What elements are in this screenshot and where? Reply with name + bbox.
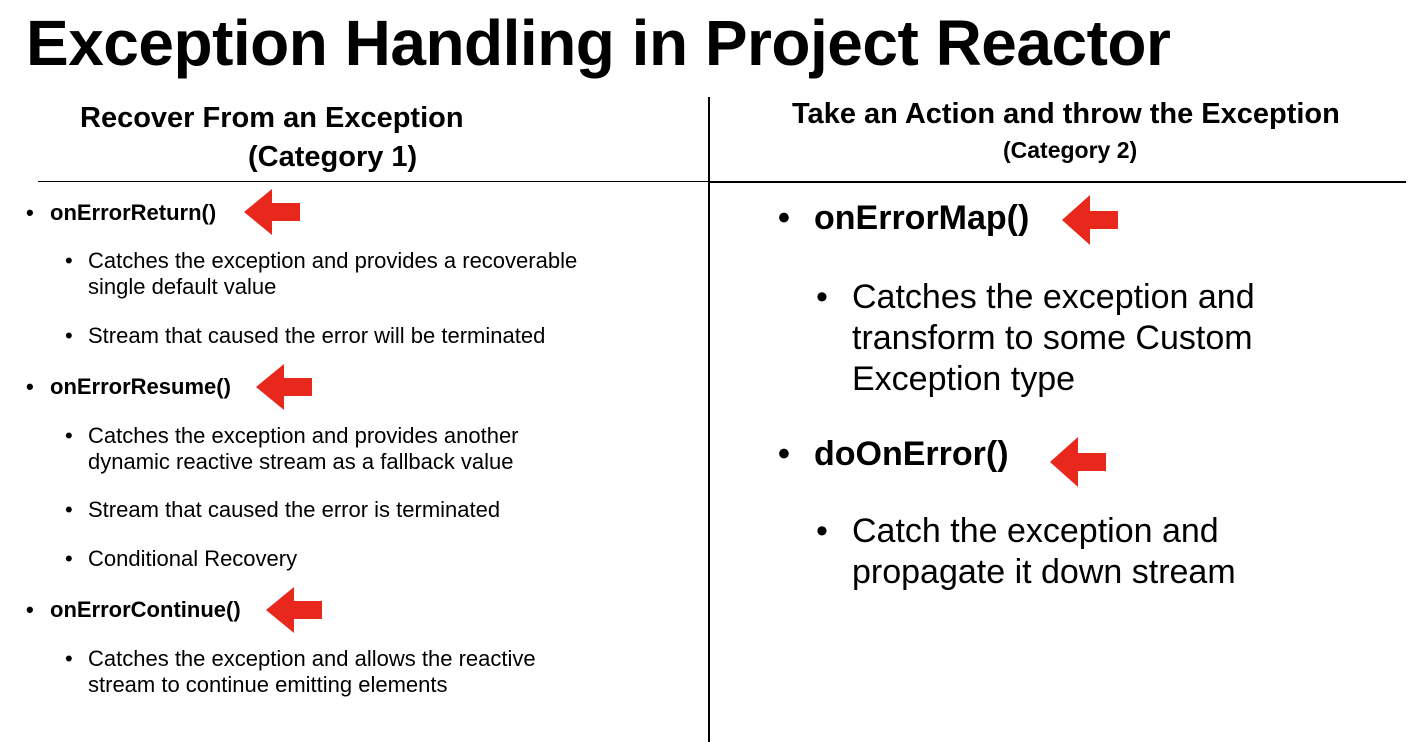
- list-item-onerrorcontinue: • onErrorContinue(): [26, 597, 241, 623]
- sub-item-line: stream to continue emitting elements: [88, 672, 448, 697]
- sub-item-line: Catches the exception and provides a rec…: [88, 248, 578, 273]
- left-category: (Category 1): [248, 141, 418, 173]
- sub-item-line: propagate it down stream: [852, 553, 1236, 591]
- bullet: •: [65, 497, 73, 522]
- bullet: •: [65, 546, 73, 571]
- bullet: •: [65, 646, 73, 671]
- header-divider-right: [710, 181, 1406, 183]
- sub-item-line: Exception type: [852, 360, 1076, 398]
- list-item-onerrorreturn: • onErrorReturn(): [26, 200, 217, 226]
- sub-item-line: Catches the exception and allows the rea…: [88, 646, 536, 671]
- list-item-onerrorresume: • onErrorResume(): [26, 374, 231, 400]
- bullet: •: [26, 374, 34, 399]
- method-name: onErrorContinue(): [50, 597, 241, 622]
- sub-item-line: Conditional Recovery: [88, 546, 298, 571]
- sub-item: • Catches the exception and provides a r…: [65, 248, 578, 300]
- red-left-arrow-icon: [244, 189, 300, 235]
- header-divider-left: [38, 181, 708, 182]
- sub-item: • Stream that caused the error will be t…: [65, 323, 546, 349]
- red-left-arrow-icon: [266, 587, 322, 633]
- sub-item-line: single default value: [88, 274, 277, 299]
- method-name: onErrorReturn(): [50, 200, 217, 225]
- sub-item-line: Catch the exception and: [852, 512, 1219, 550]
- method-name: onErrorResume(): [50, 374, 231, 399]
- sub-item-line: Stream that caused the error is terminat…: [88, 497, 501, 522]
- slide-title: Exception Handling in Project Reactor: [26, 7, 1171, 79]
- sub-item-line: Stream that caused the error will be ter…: [88, 323, 546, 348]
- bullet: •: [65, 323, 73, 348]
- sub-item: • Stream that caused the error is termin…: [65, 497, 501, 523]
- red-left-arrow-icon: [1062, 195, 1118, 245]
- sub-item-line: dynamic reactive stream as a fallback va…: [88, 449, 514, 474]
- column-divider: [708, 97, 710, 742]
- sub-item-line: Catches the exception and: [852, 278, 1255, 316]
- red-left-arrow-icon: [1050, 437, 1106, 487]
- bullet: •: [65, 423, 73, 448]
- sub-item-line: Catches the exception and provides anoth…: [88, 423, 519, 448]
- list-item-onerrormap: • onErrorMap(): [778, 199, 1030, 238]
- method-name: onErrorMap(): [814, 199, 1030, 237]
- bullet: •: [65, 248, 73, 273]
- sub-item: • Catches the exception and provides ano…: [65, 423, 519, 475]
- left-heading: Recover From an Exception: [80, 102, 464, 134]
- method-name: doOnError(): [814, 435, 1009, 473]
- sub-item: • Catches the exception and allows the r…: [65, 646, 536, 698]
- sub-item-line: transform to some Custom: [852, 319, 1253, 357]
- bullet: •: [778, 199, 790, 237]
- right-category: (Category 2): [1003, 137, 1138, 163]
- bullet: •: [26, 597, 34, 622]
- bullet: •: [816, 512, 828, 550]
- sub-item: • Conditional Recovery: [65, 546, 298, 572]
- right-heading: Take an Action and throw the Exception: [792, 98, 1340, 130]
- sub-item: • Catches the exception and transform to…: [816, 277, 1255, 400]
- red-left-arrow-icon: [256, 364, 312, 410]
- list-item-doonerror: • doOnError(): [778, 435, 1009, 474]
- bullet: •: [778, 435, 790, 473]
- bullet: •: [26, 200, 34, 225]
- bullet: •: [816, 278, 828, 316]
- sub-item: • Catch the exception and propagate it d…: [816, 511, 1236, 593]
